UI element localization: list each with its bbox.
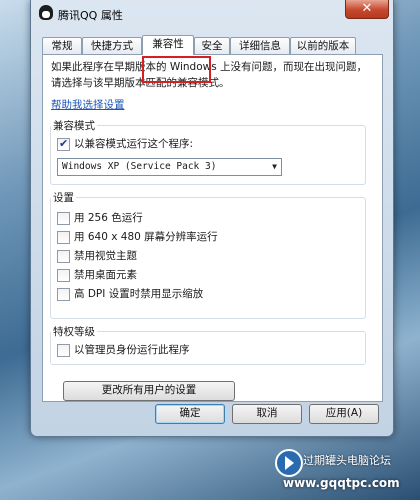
compat-mode-title: 兼容模式 — [51, 118, 97, 133]
tab-security[interactable]: 安全 — [194, 37, 230, 54]
compatibility-panel: 如果此程序在早期版本的 Windows 上没有问题，而现在出现问题，请选择与该早… — [42, 54, 383, 402]
setting-256-colors-checkbox[interactable] — [57, 212, 70, 225]
os-version-value: Windows XP (Service Pack 3) — [62, 161, 217, 172]
setting-640x480-label: 用 640 x 480 屏幕分辨率运行 — [74, 231, 218, 243]
properties-dialog: 腾讯QQ 属性 ✕ 常规 快捷方式 兼容性 安全 详细信息 以前的版本 如果此程… — [30, 0, 394, 437]
qq-penguin-icon — [39, 5, 53, 20]
watermark-forum-name: 过期罐头电脑论坛 — [303, 454, 391, 467]
setting-high-dpi-label: 高 DPI 设置时禁用显示缩放 — [74, 288, 204, 300]
settings-group: 设置 用 256 色运行 用 640 x 480 屏幕分辨率运行 禁用视觉主题 … — [50, 190, 366, 319]
tab-previous-versions[interactable]: 以前的版本 — [290, 37, 356, 54]
compat-mode-group: 兼容模式 以兼容模式运行这个程序: Windows XP (Service Pa… — [50, 118, 366, 185]
tab-shortcut[interactable]: 快捷方式 — [82, 37, 142, 54]
tab-compatibility[interactable]: 兼容性 — [142, 35, 194, 55]
tab-bar: 常规 快捷方式 兼容性 安全 详细信息 以前的版本 — [42, 35, 382, 55]
apply-button[interactable]: 应用(A) — [309, 404, 379, 424]
compat-mode-checkbox[interactable] — [57, 137, 70, 151]
run-as-admin-checkbox[interactable] — [57, 344, 70, 357]
title-bar[interactable]: 腾讯QQ 属性 ✕ — [31, 0, 393, 26]
play-logo-icon — [275, 449, 303, 477]
compat-mode-label: 以兼容模式运行这个程序: — [74, 138, 194, 150]
dialog-client-area: 常规 快捷方式 兼容性 安全 详细信息 以前的版本 如果此程序在早期版本的 Wi… — [38, 30, 386, 430]
close-button[interactable]: ✕ — [345, 0, 389, 19]
help-choose-settings-link[interactable]: 帮助我选择设置 — [51, 97, 125, 112]
compat-description: 如果此程序在早期版本的 Windows 上没有问题，而现在出现问题，请选择与该早… — [51, 61, 368, 89]
settings-title: 设置 — [51, 190, 76, 205]
setting-256-colors-label: 用 256 色运行 — [74, 212, 143, 224]
privilege-group: 特权等级 以管理员身份运行此程序 — [50, 324, 366, 365]
watermark-url: www.gqqtpc.com — [283, 476, 400, 490]
cancel-button[interactable]: 取消 — [232, 404, 302, 424]
site-watermark: 过期罐头电脑论坛 www.gqqtpc.com — [275, 445, 420, 500]
setting-disable-desktop-label: 禁用桌面元素 — [74, 269, 137, 281]
os-version-select[interactable]: Windows XP (Service Pack 3) ▼ — [57, 158, 282, 176]
setting-high-dpi-checkbox[interactable] — [57, 288, 70, 301]
setting-disable-themes-label: 禁用视觉主题 — [74, 250, 137, 262]
run-as-admin-label: 以管理员身份运行此程序 — [74, 344, 190, 356]
dropdown-arrow-icon[interactable]: ▼ — [272, 159, 277, 174]
change-all-users-button[interactable]: 更改所有用户的设置 — [63, 381, 235, 401]
window-title: 腾讯QQ 属性 — [58, 9, 123, 22]
tab-details[interactable]: 详细信息 — [230, 37, 290, 54]
ok-button[interactable]: 确定 — [155, 404, 225, 424]
privilege-title: 特权等级 — [51, 324, 97, 339]
setting-disable-themes-checkbox[interactable] — [57, 250, 70, 263]
setting-disable-desktop-checkbox[interactable] — [57, 269, 70, 282]
setting-640x480-checkbox[interactable] — [57, 231, 70, 244]
tab-general[interactable]: 常规 — [42, 37, 82, 54]
